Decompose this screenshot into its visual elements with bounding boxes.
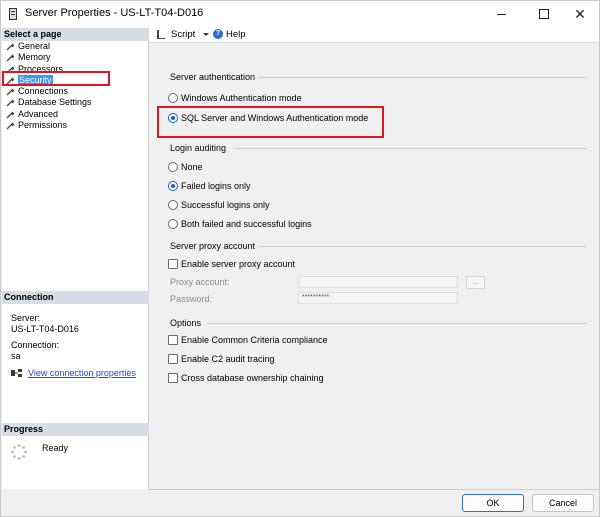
wrench-icon bbox=[6, 88, 15, 96]
page-list: General Memory Processors Security Conne… bbox=[6, 41, 146, 131]
options-group-title: Options bbox=[170, 318, 202, 328]
option-label: Both failed and successful logins bbox=[181, 219, 312, 229]
group-divider bbox=[259, 77, 587, 78]
chevron-down-icon[interactable] bbox=[203, 33, 209, 36]
server-value: US-LT-T04-D016 bbox=[11, 324, 79, 334]
option-label: Windows Authentication mode bbox=[181, 93, 302, 103]
select-page-heading: Select a page bbox=[2, 28, 149, 41]
server-app-icon bbox=[9, 8, 17, 20]
audit-none-radio[interactable]: None bbox=[168, 161, 203, 173]
wrench-icon bbox=[6, 100, 15, 107]
enable-proxy-checkbox[interactable]: Enable server proxy account bbox=[168, 258, 295, 270]
page-item-memory[interactable]: Memory bbox=[6, 52, 146, 63]
common-criteria-checkbox[interactable]: Enable Common Criteria compliance bbox=[168, 334, 328, 346]
audit-successful-only-radio[interactable]: Successful logins only bbox=[168, 199, 270, 211]
proxy-password-field[interactable]: ********** bbox=[298, 292, 458, 304]
server-label: Server: bbox=[11, 313, 41, 323]
toolbar: Script ? Help bbox=[149, 27, 599, 43]
page-item-permissions[interactable]: Permissions bbox=[6, 120, 146, 131]
cancel-button[interactable]: Cancel bbox=[532, 494, 594, 512]
page-item-database-settings[interactable]: Database Settings bbox=[6, 97, 146, 108]
page-item-label: Memory bbox=[18, 52, 51, 63]
help-button[interactable]: Help bbox=[226, 29, 246, 40]
progress-spinner-icon bbox=[11, 444, 27, 460]
proxy-password-label: Password: bbox=[170, 294, 213, 304]
login-auditing-group-title: Login auditing bbox=[170, 143, 227, 153]
radio-button bbox=[168, 219, 178, 229]
script-icon bbox=[157, 30, 165, 39]
wrench-icon bbox=[6, 111, 15, 119]
connection-heading: Connection bbox=[2, 291, 149, 304]
connection-label: Connection: bbox=[11, 340, 60, 350]
radio-button bbox=[168, 162, 178, 172]
sql-auth-highlight-box bbox=[157, 106, 384, 138]
group-divider bbox=[259, 246, 587, 247]
checkbox bbox=[168, 259, 178, 269]
checkbox bbox=[168, 373, 178, 383]
progress-status: Ready bbox=[42, 443, 69, 453]
server-auth-group-title: Server authentication bbox=[170, 72, 256, 82]
option-label: Successful logins only bbox=[181, 200, 270, 210]
help-icon: ? bbox=[213, 29, 223, 39]
page-item-label: General bbox=[18, 41, 51, 51]
option-label: Enable server proxy account bbox=[181, 259, 296, 269]
browse-proxy-button[interactable]: ... bbox=[466, 276, 485, 289]
ok-button[interactable]: OK bbox=[462, 494, 524, 512]
proxy-account-field[interactable] bbox=[298, 276, 458, 288]
option-label: None bbox=[181, 162, 203, 172]
page-item-label: Database Settings bbox=[18, 97, 92, 108]
page-item-connections[interactable]: Connections bbox=[6, 86, 146, 97]
close-button[interactable]: ✕ bbox=[559, 1, 600, 27]
page-item-general[interactable]: General bbox=[6, 41, 146, 52]
page-item-label: Permissions bbox=[18, 120, 68, 131]
wrench-icon bbox=[6, 43, 15, 51]
proxy-account-label: Proxy account: bbox=[170, 277, 230, 287]
connection-value: sa bbox=[11, 351, 21, 361]
proxy-group-title: Server proxy account bbox=[170, 241, 256, 251]
windows-auth-radio[interactable]: Windows Authentication mode bbox=[168, 92, 302, 104]
option-label: Enable C2 audit tracing bbox=[181, 354, 275, 364]
radio-button bbox=[168, 200, 178, 210]
option-label: Enable Common Criteria compliance bbox=[181, 335, 328, 345]
left-pane: Select a page General Memory Processors … bbox=[2, 27, 149, 489]
page-item-label: Connections bbox=[18, 86, 69, 97]
audit-failed-only-radio[interactable]: Failed logins only bbox=[168, 180, 251, 192]
group-divider bbox=[233, 148, 587, 149]
progress-heading: Progress bbox=[2, 423, 149, 436]
security-highlight-box bbox=[2, 71, 110, 86]
radio-button bbox=[168, 93, 178, 103]
group-divider bbox=[207, 323, 587, 324]
dialog-footer: OK Cancel bbox=[149, 489, 599, 516]
audit-both-radio[interactable]: Both failed and successful logins bbox=[168, 218, 312, 230]
wrench-icon bbox=[6, 122, 15, 130]
option-label: Cross database ownership chaining bbox=[181, 373, 324, 383]
wrench-icon bbox=[6, 54, 15, 62]
cross-db-ownership-checkbox[interactable]: Cross database ownership chaining bbox=[168, 372, 324, 384]
option-label: Failed logins only bbox=[181, 181, 251, 191]
security-page-content: Server authentication Windows Authentica… bbox=[151, 44, 599, 489]
script-button[interactable]: Script bbox=[171, 29, 195, 40]
checkbox bbox=[168, 335, 178, 345]
page-item-label: Advanced bbox=[18, 108, 59, 119]
view-connection-properties-link[interactable]: View connection properties bbox=[28, 368, 136, 378]
c2-audit-checkbox[interactable]: Enable C2 audit tracing bbox=[168, 353, 275, 365]
page-item-advanced[interactable]: Advanced bbox=[6, 109, 146, 120]
checkbox bbox=[168, 354, 178, 364]
connection-properties-icon bbox=[11, 369, 22, 377]
radio-button-selected bbox=[168, 181, 178, 191]
minimize-button[interactable] bbox=[481, 1, 523, 27]
title-bar: Server Properties - US-LT-T04-D016 ✕ bbox=[1, 1, 599, 27]
server-properties-window: Server Properties - US-LT-T04-D016 ✕ Sel… bbox=[0, 0, 600, 517]
window-title: Server Properties - US-LT-T04-D016 bbox=[25, 7, 204, 19]
